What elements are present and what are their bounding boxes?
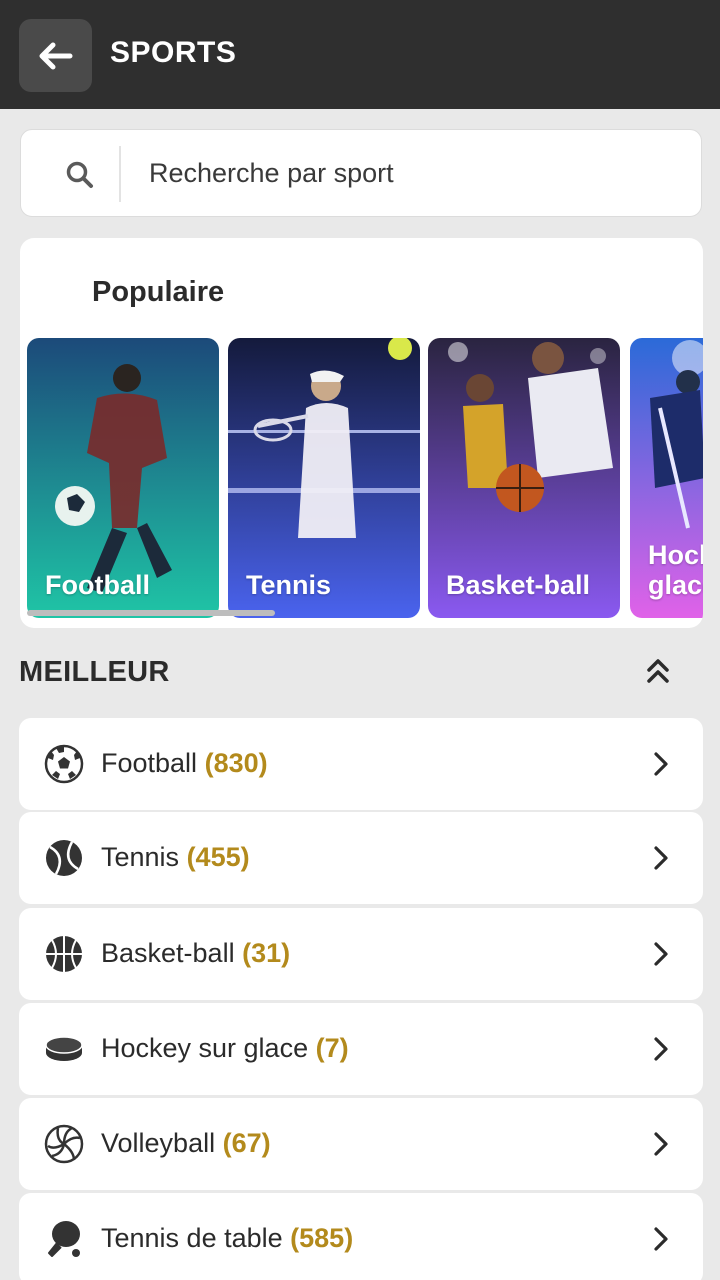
popular-tile-tennis[interactable]: Tennis bbox=[228, 338, 420, 618]
tile-label: Basket-ball bbox=[446, 570, 591, 600]
search-input[interactable] bbox=[129, 130, 689, 216]
sport-label: Volleyball (67) bbox=[101, 1128, 271, 1158]
chevron-right-icon bbox=[654, 1227, 668, 1251]
best-section-header: MEILLEUR bbox=[19, 650, 703, 694]
page-title: SPORTS bbox=[110, 36, 237, 69]
sport-label: Basket-ball (31) bbox=[101, 938, 291, 968]
top-bar: SPORTS bbox=[0, 0, 720, 109]
hockey-puck-icon bbox=[45, 1036, 83, 1061]
sport-row-tennis[interactable]: Tennis (455) bbox=[19, 812, 703, 904]
sport-label: Football (830) bbox=[101, 748, 268, 778]
popular-scrollbar[interactable] bbox=[27, 610, 697, 616]
double-chevron-up-icon[interactable] bbox=[643, 656, 673, 686]
sport-count: (455) bbox=[186, 842, 250, 872]
sport-count: (7) bbox=[315, 1033, 349, 1063]
back-button[interactable] bbox=[19, 19, 92, 92]
chevron-right-icon bbox=[654, 846, 668, 870]
tile-label: Tennis bbox=[246, 570, 332, 600]
sport-count: (31) bbox=[242, 938, 291, 968]
sport-count: (585) bbox=[290, 1223, 354, 1253]
sport-row-basketball[interactable]: Basket-ball (31) bbox=[19, 908, 703, 1000]
sport-row-hockey[interactable]: Hockey sur glace (7) bbox=[19, 1003, 703, 1095]
search-box bbox=[20, 129, 702, 217]
sport-row-table-tennis[interactable]: Tennis de table (585) bbox=[19, 1193, 703, 1280]
popular-tile-football[interactable]: Football bbox=[27, 338, 219, 618]
tennis-ball-icon bbox=[46, 840, 82, 876]
chevron-right-icon bbox=[654, 1132, 668, 1156]
arrow-left-icon bbox=[39, 42, 72, 69]
popular-tile-basketball[interactable]: Basket-ball bbox=[428, 338, 620, 618]
popular-title: Populaire bbox=[92, 276, 225, 308]
sport-row-football[interactable]: Football (830) bbox=[19, 718, 703, 810]
search-divider bbox=[119, 146, 121, 202]
chevron-right-icon bbox=[654, 752, 668, 776]
popular-section: Populaire Football Tennis Basket-ball Ho… bbox=[20, 238, 703, 628]
sport-count: (830) bbox=[204, 748, 268, 778]
tile-label: Football bbox=[45, 570, 150, 600]
sport-label: Tennis de table (585) bbox=[101, 1223, 354, 1253]
basketball-icon bbox=[46, 936, 82, 972]
sport-label: Hockey sur glace (7) bbox=[101, 1033, 349, 1063]
section-title: MEILLEUR bbox=[19, 656, 170, 688]
chevron-right-icon bbox=[654, 942, 668, 966]
search-icon[interactable] bbox=[65, 160, 95, 190]
sport-count: (67) bbox=[222, 1128, 271, 1158]
tile-label: Hockey sur glace bbox=[648, 540, 703, 600]
sport-label: Tennis (455) bbox=[101, 842, 250, 872]
volleyball-icon bbox=[44, 1124, 84, 1164]
table-tennis-icon bbox=[48, 1221, 80, 1257]
chevron-right-icon bbox=[654, 1037, 668, 1061]
sport-row-volleyball[interactable]: Volleyball (67) bbox=[19, 1098, 703, 1190]
popular-tile-hockey[interactable]: Hockey sur glace bbox=[630, 338, 703, 618]
scroll-thumb[interactable] bbox=[27, 610, 275, 616]
soccer-ball-icon bbox=[44, 744, 84, 784]
